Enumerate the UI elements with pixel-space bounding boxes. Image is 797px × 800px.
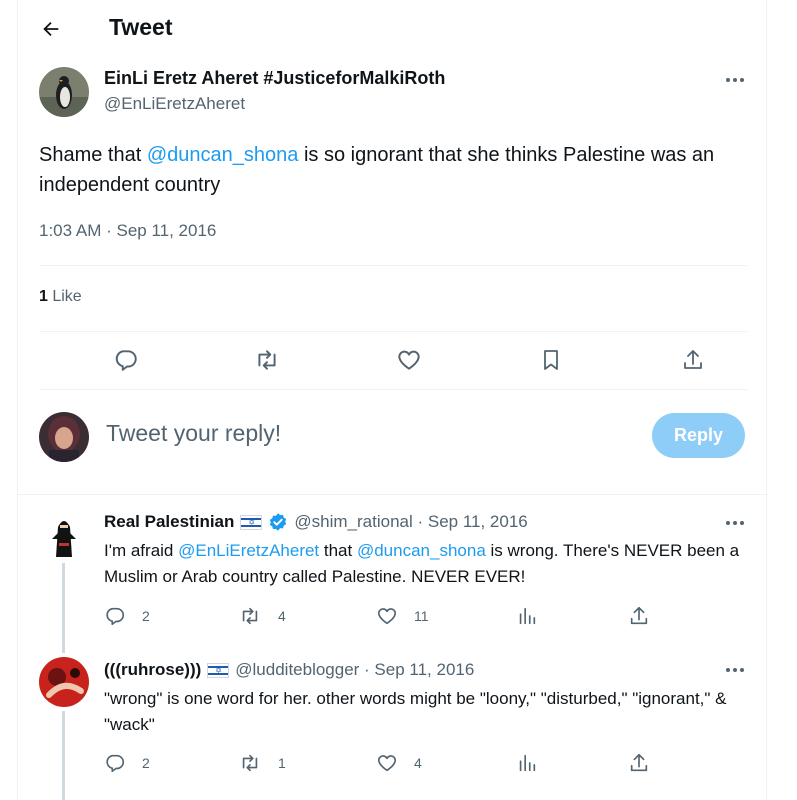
share-icon <box>684 350 702 369</box>
reply-like-button[interactable]: 11 <box>376 605 429 627</box>
reply-text-part: I'm afraid <box>104 541 179 560</box>
reply-actions: 2 4 11 <box>104 605 664 629</box>
reply-icon <box>115 350 137 371</box>
verified-badge-icon <box>270 513 287 531</box>
more-icon <box>726 521 744 525</box>
thread-line <box>62 711 65 800</box>
reply-like-button[interactable]: 4 <box>376 752 422 774</box>
thread-line <box>62 563 65 653</box>
tweet-timestamp[interactable]: 1:03 AM · Sep 11, 2016 <box>39 221 216 241</box>
back-button[interactable] <box>34 12 68 46</box>
mention-link[interactable]: @EnLiEretzAheret <box>178 541 319 560</box>
page-title: Tweet <box>109 14 173 40</box>
reply-tweet[interactable]: (((ruhrose))) ✡ @ludditeblogger · Sep 11… <box>18 643 768 800</box>
tweet-text-part: Shame that <box>39 144 147 166</box>
header: Tweet <box>18 0 768 58</box>
tweet-column: Tweet EinLi Eretz Aheret #JusticeforMalk… <box>17 0 768 800</box>
share-icon <box>630 606 648 625</box>
share-action-button[interactable] <box>673 340 713 380</box>
retweet-icon <box>258 350 276 370</box>
reply-views-button[interactable] <box>516 752 538 774</box>
reply-reply-button[interactable]: 2 <box>104 605 150 627</box>
reply-avatar[interactable] <box>39 657 89 707</box>
author-handle[interactable]: @EnLiEretzAheret <box>104 94 245 114</box>
reply-count: 2 <box>142 608 150 624</box>
views-chart-icon <box>519 607 536 625</box>
more-options-button[interactable] <box>723 660 747 680</box>
author-avatar[interactable] <box>39 67 89 117</box>
reply-handle-date[interactable]: @shim_rational · Sep 11, 2016 <box>294 512 527 532</box>
reply-retweet-button[interactable]: 4 <box>238 605 286 627</box>
reply-retweet-button[interactable]: 1 <box>238 752 286 774</box>
israel-flag-icon: ✡ <box>240 514 263 530</box>
reply-icon <box>106 754 125 773</box>
reply-header: (((ruhrose))) ✡ @ludditeblogger · Sep 11… <box>104 660 474 680</box>
reply-input[interactable]: Tweet your reply! <box>106 420 281 447</box>
reply-text: "wrong" is one word for her. other words… <box>104 689 727 734</box>
mention-link[interactable]: @duncan_shona <box>147 144 299 166</box>
mention-link[interactable]: @duncan_shona <box>357 541 486 560</box>
likes-count[interactable]: 1 Like <box>39 288 82 306</box>
reply-avatar[interactable] <box>39 509 89 559</box>
more-icon <box>726 668 744 672</box>
likes-label: Like <box>47 288 82 305</box>
tweet-actions <box>39 340 747 380</box>
divider <box>39 389 747 390</box>
reply-author-name[interactable]: (((ruhrose))) <box>104 660 201 680</box>
views-chart-icon <box>519 754 536 772</box>
like-action-button[interactable] <box>389 340 429 380</box>
like-count: 4 <box>414 755 422 771</box>
like-count: 11 <box>414 608 429 624</box>
bookmark-action-button[interactable] <box>531 340 571 380</box>
reply-tweet[interactable]: Real Palestinian ✡ @shim_rational · Sep … <box>18 495 768 653</box>
divider <box>39 331 747 332</box>
arrow-left-icon <box>43 21 59 37</box>
retweet-icon <box>242 607 258 625</box>
likes-number: 1 <box>39 288 48 305</box>
bookmark-icon <box>544 350 558 370</box>
author-name[interactable]: EinLi Eretz Aheret #JusticeforMalkiRoth <box>104 68 445 89</box>
more-options-button[interactable] <box>723 513 747 533</box>
retweet-icon <box>242 754 258 772</box>
more-icon <box>726 78 744 82</box>
reply-author-name[interactable]: Real Palestinian <box>104 512 234 532</box>
reply-share-button[interactable] <box>628 605 650 627</box>
reply-button[interactable]: Reply <box>652 413 745 458</box>
israel-flag-icon: ✡ <box>207 662 230 678</box>
reply-reply-button[interactable]: 2 <box>104 752 150 774</box>
reply-action-button[interactable] <box>106 340 146 380</box>
reply-views-button[interactable] <box>516 605 538 627</box>
heart-icon <box>377 755 397 772</box>
reply-text-part: that <box>319 541 357 560</box>
reply-text: I'm afraid @EnLiEretzAheret that @duncan… <box>104 538 754 590</box>
user-avatar[interactable] <box>39 412 89 462</box>
heart-icon <box>398 350 420 370</box>
reply-header: Real Palestinian ✡ @shim_rational · Sep … <box>104 512 528 532</box>
reply-count: 2 <box>142 755 150 771</box>
tweet-text: Shame that @duncan_shona is so ignorant … <box>39 140 749 200</box>
reply-handle-date[interactable]: @ludditeblogger · Sep 11, 2016 <box>235 660 474 680</box>
retweet-count: 1 <box>278 755 286 771</box>
reply-icon <box>106 607 125 626</box>
divider <box>39 265 747 266</box>
reply-actions: 2 1 4 <box>104 752 664 776</box>
retweet-action-button[interactable] <box>247 340 287 380</box>
reply-share-button[interactable] <box>628 752 650 774</box>
more-options-button[interactable] <box>723 70 747 90</box>
heart-icon <box>377 608 397 625</box>
retweet-count: 4 <box>278 608 286 624</box>
share-icon <box>630 753 648 772</box>
